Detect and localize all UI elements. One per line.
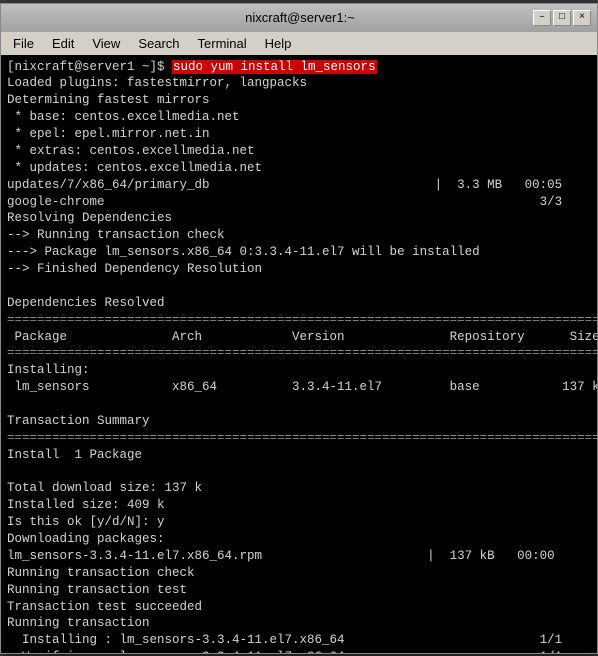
- menu-search[interactable]: Search: [130, 34, 187, 53]
- terminal-line: Running transaction: [7, 615, 591, 632]
- titlebar-buttons: – □ ×: [533, 10, 591, 26]
- maximize-button[interactable]: □: [553, 10, 571, 26]
- terminal-line: Installing : lm_sensors-3.3.4-11.el7.x86…: [7, 632, 591, 649]
- minimize-button[interactable]: –: [533, 10, 551, 26]
- menu-help[interactable]: Help: [257, 34, 300, 53]
- terminal-line: * epel: epel.mirror.net.in: [7, 126, 591, 143]
- menu-terminal[interactable]: Terminal: [190, 34, 255, 53]
- terminal-line: lm_sensors x86_64 3.3.4-11.el7 base 137 …: [7, 379, 591, 396]
- terminal-line: Dependencies Resolved: [7, 295, 591, 312]
- terminal-line: --> Running transaction check: [7, 227, 591, 244]
- terminal-window: nixcraft@server1:~ – □ × File Edit View …: [0, 3, 598, 654]
- terminal-line: Installing:: [7, 362, 591, 379]
- terminal-line: Total download size: 137 k: [7, 480, 591, 497]
- separator-line: ========================================…: [7, 312, 591, 329]
- terminal-line: Verifying : lm_sensors-3.3.4-11.el7.x86_…: [7, 649, 591, 652]
- menu-edit[interactable]: Edit: [44, 34, 82, 53]
- terminal-line: Is this ok [y/d/N]: y: [7, 514, 591, 531]
- terminal-line: updates/7/x86_64/primary_db | 3.3 MB 00:…: [7, 177, 591, 194]
- terminal-line: Installed size: 409 k: [7, 497, 591, 514]
- terminal-line: Downloading packages:: [7, 531, 591, 548]
- line-prompt-cmd: [nixcraft@server1 ~]$ sudo yum install l…: [7, 59, 591, 76]
- terminal-line: Running transaction test: [7, 582, 591, 599]
- terminal-line: --> Finished Dependency Resolution: [7, 261, 591, 278]
- terminal-line: Determining fastest mirrors: [7, 92, 591, 109]
- menu-file[interactable]: File: [5, 34, 42, 53]
- terminal-line: [7, 464, 591, 481]
- terminal-line: [7, 278, 591, 295]
- terminal-line: lm_sensors-3.3.4-11.el7.x86_64.rpm | 137…: [7, 548, 591, 565]
- menu-view[interactable]: View: [84, 34, 128, 53]
- close-button[interactable]: ×: [573, 10, 591, 26]
- terminal-line: * updates: centos.excellmedia.net: [7, 160, 591, 177]
- terminal-line: [7, 396, 591, 413]
- terminal-line: Running transaction check: [7, 565, 591, 582]
- separator-line: ========================================…: [7, 345, 591, 362]
- menubar: File Edit View Search Terminal Help: [1, 32, 597, 55]
- separator-line: ========================================…: [7, 430, 591, 447]
- terminal-line: * base: centos.excellmedia.net: [7, 109, 591, 126]
- terminal-line: Install 1 Package: [7, 447, 591, 464]
- prompt-text: [nixcraft@server1 ~]$: [7, 60, 172, 74]
- terminal-line: Transaction test succeeded: [7, 599, 591, 616]
- terminal-body[interactable]: [nixcraft@server1 ~]$ sudo yum install l…: [1, 55, 597, 653]
- terminal-line: ---> Package lm_sensors.x86_64 0:3.3.4-1…: [7, 244, 591, 261]
- window-title: nixcraft@server1:~: [67, 10, 533, 25]
- terminal-line: Loaded plugins: fastestmirror, langpacks: [7, 75, 591, 92]
- command-highlight: sudo yum install lm_sensors: [172, 60, 377, 74]
- terminal-line: * extras: centos.excellmedia.net: [7, 143, 591, 160]
- table-header-line: Package Arch Version Repository Size: [7, 329, 591, 346]
- titlebar: nixcraft@server1:~ – □ ×: [1, 4, 597, 32]
- terminal-line: Transaction Summary: [7, 413, 591, 430]
- terminal-line: Resolving Dependencies: [7, 210, 591, 227]
- terminal-line: google-chrome 3/3: [7, 194, 591, 211]
